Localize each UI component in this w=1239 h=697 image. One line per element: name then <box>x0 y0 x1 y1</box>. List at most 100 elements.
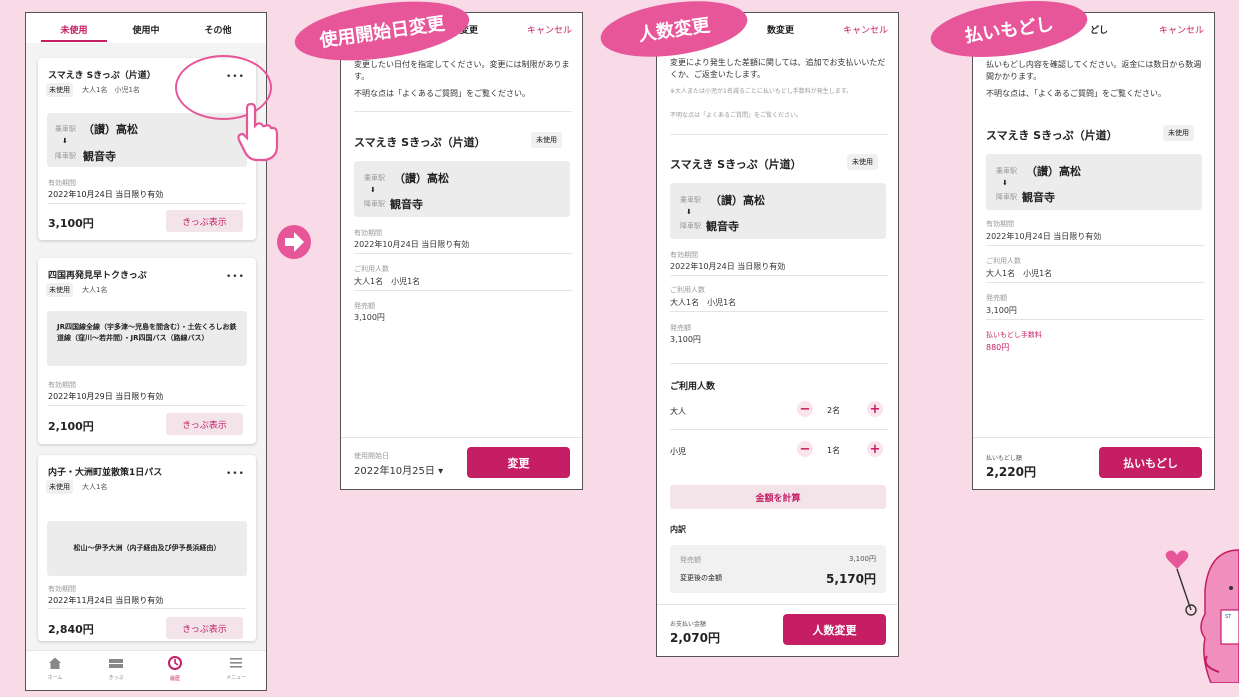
refund-button[interactable]: 払いもどし <box>1099 447 1202 478</box>
divider <box>670 275 888 276</box>
intro-text: 変更したい日付を指定してください。変更には制限があります。 <box>354 60 570 81</box>
divider <box>670 311 888 312</box>
ticket-card[interactable]: 四国再発見早トクきっぷ ••• 未使用 大人1名 JR四国線全線（宇多津～児島を… <box>38 258 256 444</box>
intro-text: 払いもどし内容を確認してください。返金には数日から数週間かかります。 <box>986 60 1202 81</box>
price-value: 3,100円 <box>354 313 385 322</box>
cancel-link[interactable]: キャンセル <box>527 23 572 36</box>
nav-label: ホーム <box>47 675 63 681</box>
intro-faq-text: 不明な点は、「よくあるご質問」をご覧ください。 <box>986 89 1166 98</box>
adult-count: 2名 <box>827 406 841 415</box>
more-menu-icon[interactable]: ••• <box>226 272 245 282</box>
change-button[interactable]: 変更 <box>467 447 570 478</box>
child-plus-button[interactable]: + <box>867 441 883 457</box>
refund-amount: 2,220円 <box>986 465 1036 479</box>
alighting-label: 降車駅 <box>55 152 76 160</box>
ticket-icon <box>109 659 123 668</box>
tab-unused[interactable]: 未使用 <box>44 23 104 36</box>
breakdown-title: 内訳 <box>670 525 686 534</box>
start-date-label: 使用開始日 <box>354 452 389 460</box>
divider <box>48 608 246 609</box>
tab-in-use[interactable]: 使用中 <box>116 23 176 36</box>
ticket-name: スマえき Sきっぷ（片道） <box>670 158 802 171</box>
price-value: 3,100円 <box>986 306 1017 315</box>
divider <box>48 203 246 204</box>
child-minus-button[interactable]: − <box>797 441 813 457</box>
payment-amount: 2,070円 <box>670 631 720 645</box>
start-date-select[interactable]: 2022年10月25日 ▾ <box>354 462 443 477</box>
nav-menu[interactable]: メニュー <box>221 655 251 681</box>
validity-label: 有効期間 <box>48 585 76 593</box>
boarding-label: 乗車駅 <box>996 167 1017 175</box>
refund-screen: どし キャンセル 払いもどし内容を確認してください。返金には数日から数週間かかり… <box>972 12 1215 490</box>
divider <box>670 363 888 364</box>
tab-unused-underline <box>41 40 107 42</box>
show-ticket-button[interactable]: きっぷ表示 <box>166 210 243 232</box>
alighting-label: 降車駅 <box>364 200 385 208</box>
home-icon <box>49 657 61 669</box>
refund-fee-note: ※大人または小児が1名減るごとに払いもどし手数料が発生します。 <box>670 88 853 95</box>
route-description: JR四国線全線（宇多津～児島を間含む）・土佐くろしお鉄道線（窪川～若井間）・JR… <box>57 323 237 342</box>
nav-tickets[interactable]: きっぷ <box>101 655 131 681</box>
status-badge: 未使用 <box>531 132 562 148</box>
validity-label: 有効期間 <box>354 229 382 237</box>
validity-label: 有効期間 <box>670 251 698 259</box>
tab-other[interactable]: その他 <box>188 23 248 36</box>
people-value: 大人1名 小児1名 <box>354 277 421 286</box>
boarding-label: 乗車駅 <box>55 125 76 133</box>
divider <box>354 111 572 112</box>
price-label: 発売額 <box>670 324 691 332</box>
change-people-button[interactable]: 人数変更 <box>783 614 886 645</box>
nav-history[interactable]: 履歴 <box>160 655 190 682</box>
boarding-label: 乗車駅 <box>364 174 385 182</box>
refund-fee-value: 880円 <box>986 343 1010 352</box>
show-ticket-button[interactable]: きっぷ表示 <box>166 413 243 435</box>
price-label: 発売額 <box>354 302 375 310</box>
ticket-name: スマえき Sきっぷ（片道） <box>48 71 156 81</box>
adult-minus-button[interactable]: − <box>797 401 813 417</box>
alighting-label: 降車駅 <box>996 193 1017 201</box>
child-label: 小児 <box>670 447 686 456</box>
ticket-name: スマえき Sきっぷ（片道） <box>986 129 1118 142</box>
ticket-price: 2,100円 <box>48 420 94 433</box>
ticket-card[interactable]: 内子・大洲町並散策1日パス ••• 未使用 大人1名 松山～伊予大洲（内子経由及… <box>38 455 256 641</box>
people-value: 大人1名 小児1名 <box>670 298 737 307</box>
ticket-price: 2,840円 <box>48 623 94 636</box>
divider <box>354 253 572 254</box>
boarding-station: （讃）高松 <box>1026 165 1081 178</box>
cancel-link[interactable]: キャンセル <box>843 23 888 36</box>
cancel-link[interactable]: キャンセル <box>1159 23 1204 36</box>
calculate-button[interactable]: 金額を計算 <box>670 485 886 509</box>
nav-label: きっぷ <box>108 675 124 681</box>
validity-label: 有効期間 <box>48 179 76 187</box>
boarding-label: 乗車駅 <box>680 196 701 204</box>
ticket-people: 大人1名 <box>82 286 108 294</box>
adult-plus-button[interactable]: + <box>867 401 883 417</box>
refund-amount-label: 払いもどし額 <box>986 455 1022 462</box>
divider <box>670 429 888 430</box>
divider <box>670 134 888 135</box>
people-label: ご利用人数 <box>670 286 705 294</box>
nav-home[interactable]: ホーム <box>40 655 70 681</box>
divider <box>341 437 582 438</box>
ticket-name: 四国再発見早トクきっぷ <box>48 271 147 281</box>
child-count: 1名 <box>827 446 841 455</box>
ticket-people: 大人1名 小児1名 <box>82 86 140 94</box>
route-description: 松山～伊予大洲（内子経由及び伊予長浜経由） <box>73 544 221 552</box>
divider <box>657 604 898 605</box>
validity-value: 2022年10月24日 当日限り有効 <box>354 240 470 249</box>
route-box: JR四国線全線（宇多津～児島を間含む）・土佐くろしお鉄道線（窪川～若井間）・JR… <box>47 311 247 366</box>
more-menu-icon[interactable]: ••• <box>226 469 245 479</box>
people-section-title: ご利用人数 <box>670 382 716 392</box>
validity-value: 2022年10月24日 当日限り有効 <box>48 190 164 199</box>
pointing-hand-icon <box>237 102 279 162</box>
adult-label: 大人 <box>670 407 686 416</box>
validity-value: 2022年10月24日 当日限り有効 <box>670 262 786 271</box>
people-value: 大人1名 小児1名 <box>986 269 1053 278</box>
route-box: 松山～伊予大洲（内子経由及び伊予長浜経由） <box>47 521 247 576</box>
new-total-label: 変更後の金額 <box>680 574 722 582</box>
validity-label: 有効期間 <box>986 220 1014 228</box>
show-ticket-button[interactable]: きっぷ表示 <box>166 617 243 639</box>
price-value: 3,100円 <box>670 335 701 344</box>
boarding-station: （讃）高松 <box>394 172 449 185</box>
payment-label: お支払い金額 <box>670 621 707 628</box>
